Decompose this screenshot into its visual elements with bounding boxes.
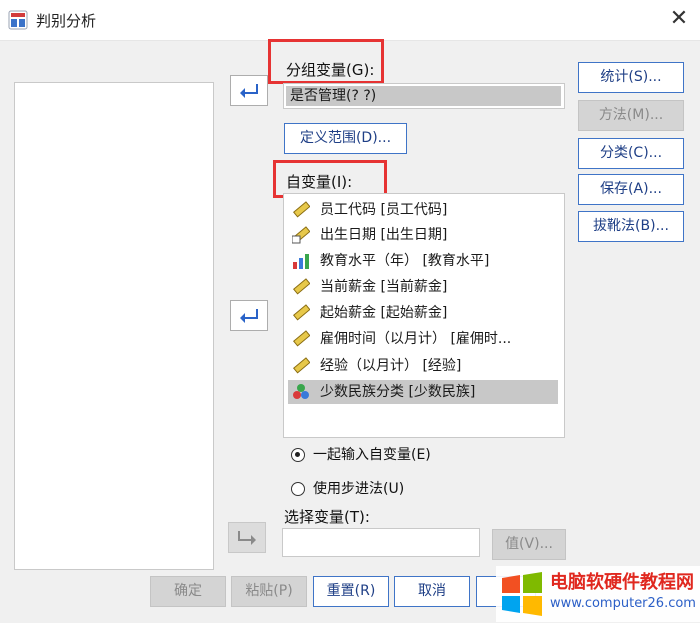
list-item-label: 当前薪金 [当前薪金] [320, 279, 448, 295]
title-bar: 判别分析 ✕ [0, 0, 700, 40]
radio-enter-together[interactable] [291, 448, 305, 462]
list-item[interactable]: 经验（以月计） [经验] [288, 354, 558, 378]
list-item-label: 出生日期 [出生日期] [320, 227, 448, 243]
grouping-variable-value: 是否管理(? ?) [286, 86, 561, 106]
bar-ordinal-icon [293, 254, 309, 269]
classify-button[interactable]: 分类(C)... [578, 138, 684, 169]
list-item[interactable]: 当前薪金 [当前薪金] [288, 275, 558, 299]
spss-app-icon [8, 10, 28, 30]
list-item-label: 教育水平（年） [教育水平] [320, 253, 490, 269]
save-button[interactable]: 保存(A)... [578, 174, 684, 205]
list-item-label: 经验（以月计） [经验] [320, 358, 462, 374]
list-item[interactable]: 教育水平（年） [教育水平] [288, 249, 558, 273]
list-item[interactable]: 少数民族分类 [少数民族] [288, 380, 558, 404]
radio-stepwise-label: 使用步进法(U) [313, 481, 405, 497]
selection-variable-label: 选择变量(T): [284, 508, 370, 526]
list-item[interactable]: 起始薪金 [起始薪金] [288, 301, 558, 325]
arrow-left-icon [240, 84, 258, 98]
watermark-title: 电脑软硬件教程网 [550, 572, 694, 593]
ruler-icon [293, 201, 310, 218]
date-ruler-icon [292, 226, 310, 244]
statistics-button[interactable]: 统计(S)... [578, 62, 684, 93]
ruler-icon [293, 278, 310, 295]
independents-label: 自变量(I): [286, 173, 353, 191]
define-range-button[interactable]: 定义范围(D)... [284, 123, 407, 154]
paste-button[interactable]: 粘贴(P) [231, 576, 307, 607]
nominal-circles-icon [293, 384, 309, 399]
method-button[interactable]: 方法(M)... [578, 100, 684, 131]
value-button[interactable]: 值(V)... [492, 529, 566, 560]
cancel-button[interactable]: 取消 [394, 576, 470, 607]
move-to-grouping-button[interactable] [230, 75, 268, 106]
close-icon[interactable]: ✕ [666, 6, 692, 32]
radio-enter-together-label: 一起输入自变量(E) [313, 447, 431, 463]
windows-logo-icon [502, 572, 542, 616]
selection-variable-field[interactable] [282, 528, 480, 557]
watermark-url: www.computer26.com [550, 596, 696, 611]
window-title: 判别分析 [36, 12, 97, 30]
reset-button[interactable]: 重置(R) [313, 576, 389, 607]
independents-list[interactable]: 员工代码 [员工代码] 出生日期 [出生日期] 教育水平（年） [教育水平] 当… [283, 193, 565, 438]
list-item-label: 员工代码 [员工代码] [320, 202, 448, 218]
radio-stepwise[interactable] [291, 482, 305, 496]
list-item-label: 少数民族分类 [少数民族] [320, 384, 476, 400]
source-variable-list[interactable] [14, 82, 214, 570]
ruler-icon [293, 304, 310, 321]
ok-button[interactable]: 确定 [150, 576, 226, 607]
bootstrap-button[interactable]: 拔靴法(B)... [578, 211, 684, 242]
list-item[interactable]: 雇佣时间（以月计） [雇佣时... [288, 327, 558, 351]
move-to-independents-button[interactable] [230, 300, 268, 331]
arrow-right-icon [238, 531, 256, 545]
list-item-label: 起始薪金 [起始薪金] [320, 305, 448, 321]
ruler-icon [293, 330, 310, 347]
site-watermark: 电脑软硬件教程网 www.computer26.com [496, 566, 700, 622]
move-to-selection-button[interactable] [228, 522, 266, 553]
arrow-left-icon [240, 309, 258, 323]
list-item-label: 雇佣时间（以月计） [雇佣时... [320, 331, 512, 347]
list-item[interactable]: 员工代码 [员工代码] [288, 198, 558, 222]
ruler-icon [293, 357, 310, 374]
list-item[interactable]: 出生日期 [出生日期] [288, 223, 558, 247]
grouping-label: 分组变量(G): [286, 61, 375, 79]
